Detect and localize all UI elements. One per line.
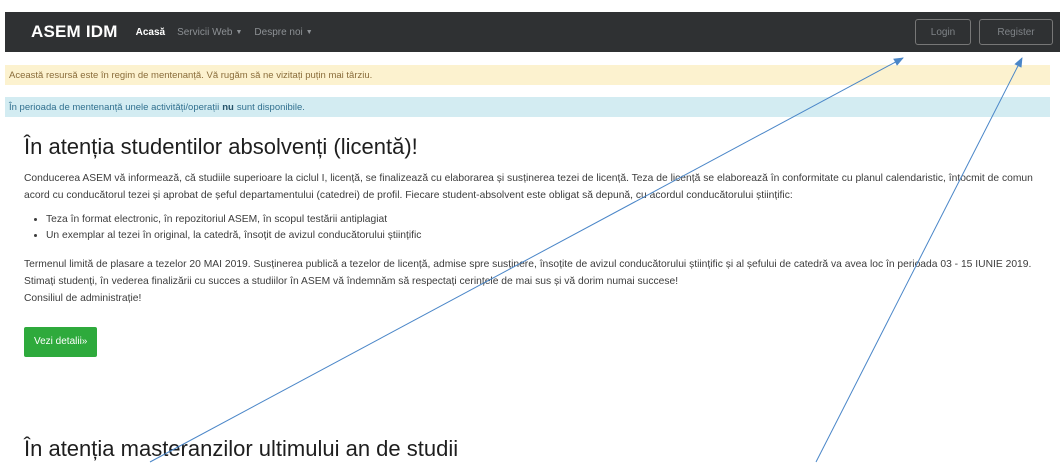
signature-paragraph: Consiliul de administrație!: [24, 293, 142, 304]
list-item: Un exemplar al tezei în original, la cat…: [46, 228, 1044, 244]
article-title-graduates: În atenția studentilor absolvenți (licen…: [24, 134, 418, 159]
maintenance-info-alert: În perioada de mentenanță unele activită…: [5, 97, 1050, 117]
nav-about[interactable]: Despre noi ▼: [254, 27, 312, 38]
requirements-list: Teza în format electronic, în repozitori…: [46, 212, 1044, 244]
nav-about-label: Despre noi: [254, 26, 303, 38]
nav-web-services-label: Servicii Web: [177, 26, 233, 38]
article-title-masters: În atenția masteranzilor ultimului an de…: [24, 436, 459, 461]
login-button[interactable]: Login: [915, 19, 971, 45]
nav-web-services[interactable]: Servicii Web ▼: [177, 27, 242, 38]
details-button[interactable]: Vezi detalii»: [24, 327, 98, 357]
maintenance-warning-text: Această resursă este în regim de mentena…: [9, 69, 373, 81]
encouragement-paragraph: Stimați studenți, în vederea finalizării…: [24, 276, 679, 287]
list-item: Teza în format electronic, în repozitori…: [46, 212, 1044, 228]
main-content: În atenția studentilor absolvenți (licen…: [24, 134, 1044, 461]
article-intro: Conducerea ASEM vă informează, că studii…: [24, 173, 1033, 201]
info-text-before: În perioada de mentenanță unele activită…: [9, 101, 220, 113]
chevron-down-icon: ▼: [235, 28, 243, 36]
top-navbar: ASEM IDM Acasă Servicii Web ▼ Despre noi ▼…: [5, 12, 1060, 52]
register-button[interactable]: Register: [979, 19, 1053, 45]
info-text-bold: nu: [222, 101, 234, 113]
chevron-down-icon: ▼: [305, 28, 313, 36]
brand-logo[interactable]: ASEM IDM: [31, 22, 118, 42]
deadline-paragraph: Termenul limită de plasare a tezelor 20 …: [24, 259, 1032, 270]
nav-home-label: Acasă: [135, 26, 166, 38]
nav-home[interactable]: Acasă: [136, 27, 165, 38]
maintenance-warning-alert: Această resursă este în regim de mentena…: [5, 65, 1050, 85]
info-text-after: sunt disponibile.: [236, 101, 305, 113]
